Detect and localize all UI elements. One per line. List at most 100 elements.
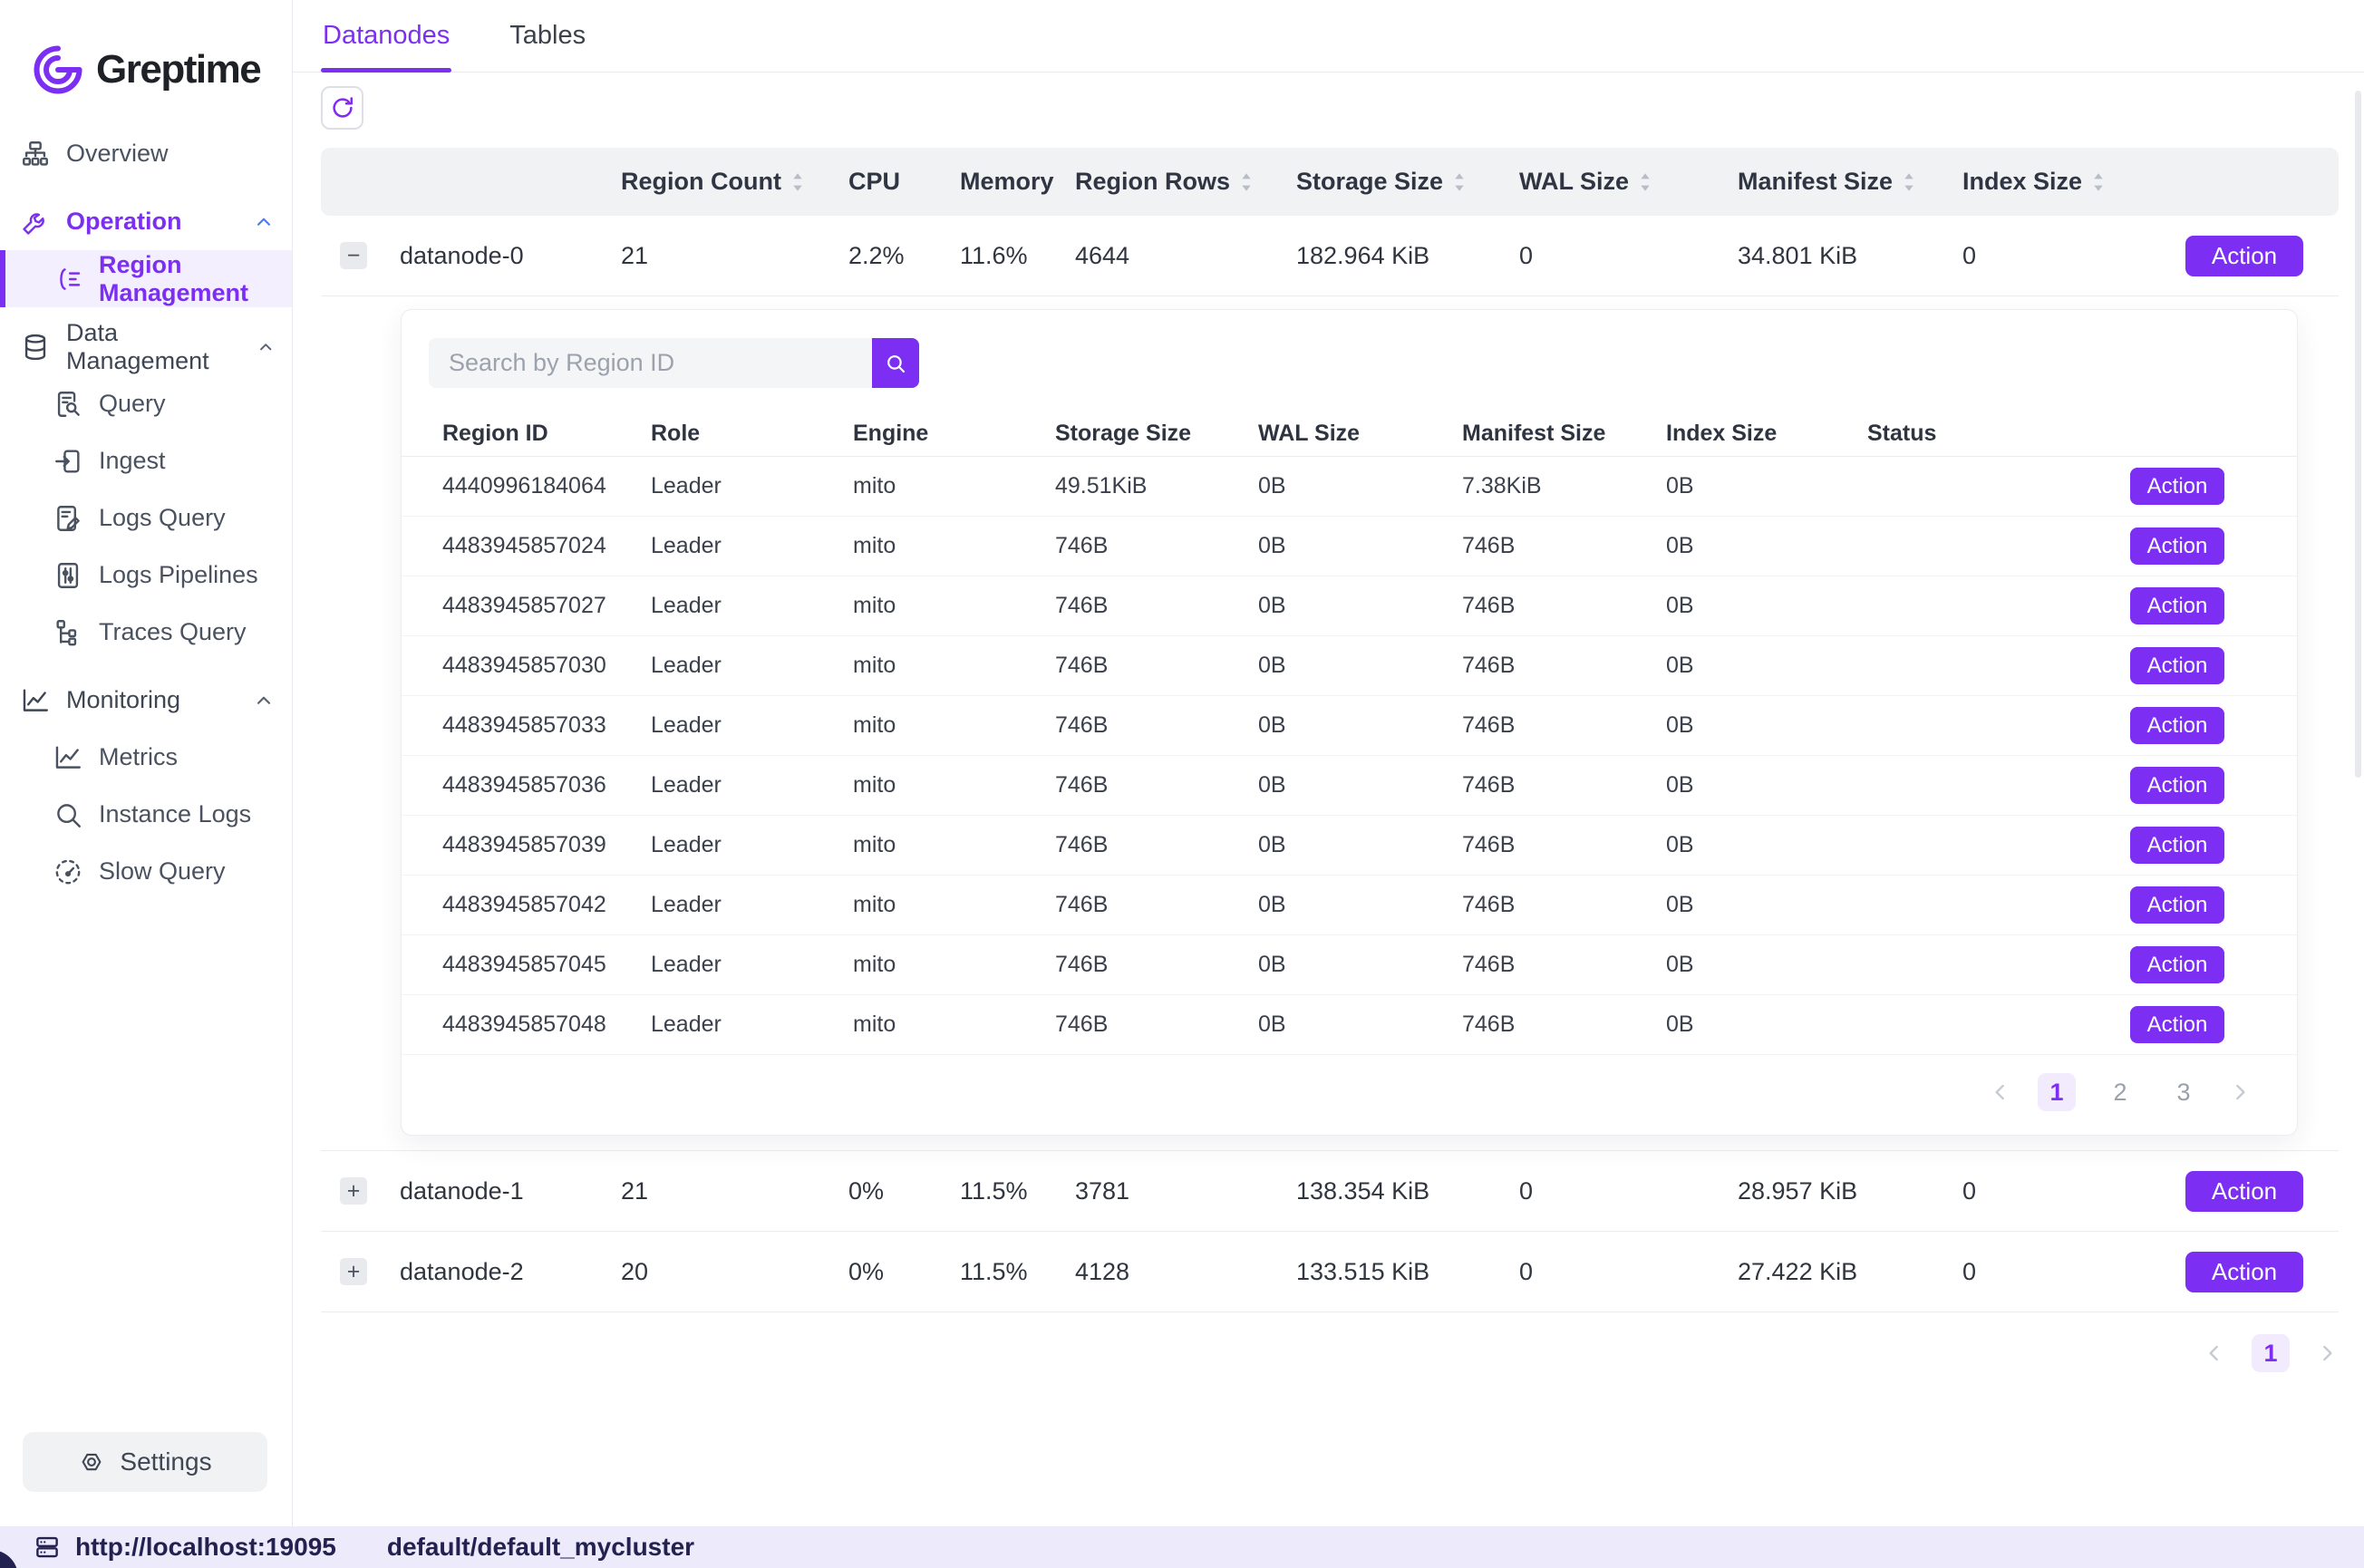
index-size-value: 0B bbox=[1666, 772, 1867, 799]
sidebar-item-traces-query[interactable]: Traces Query bbox=[0, 604, 292, 661]
sidebar-item-operation[interactable]: Operation bbox=[0, 193, 292, 250]
region-id-value: 4483945857042 bbox=[442, 892, 651, 918]
refresh-button[interactable] bbox=[321, 86, 363, 130]
memory-value: 11.6% bbox=[960, 242, 1075, 270]
chevron-up-icon bbox=[252, 689, 276, 712]
cpu-value: 0% bbox=[848, 1177, 960, 1205]
region-row: 4483945857027Leadermito746B0B746B0BActio… bbox=[402, 576, 2297, 636]
pagination-next-button[interactable] bbox=[2228, 1080, 2252, 1104]
manifest-size-value: 28.957 KiB bbox=[1738, 1177, 1962, 1205]
pagination-prev-button[interactable] bbox=[1989, 1080, 2012, 1104]
wal-size-value: 0B bbox=[1258, 772, 1462, 799]
region-action-button[interactable]: Action bbox=[2130, 468, 2224, 505]
engine-value: mito bbox=[853, 1011, 1055, 1038]
sidebar-item-overview[interactable]: Overview bbox=[0, 125, 292, 182]
pagination-page-1[interactable]: 1 bbox=[2038, 1073, 2076, 1111]
region-action-button[interactable]: Action bbox=[2130, 707, 2224, 744]
column-header-storage-size[interactable]: Storage Size bbox=[1296, 168, 1519, 196]
region-row: 4483945857039Leadermito746B0B746B0BActio… bbox=[402, 816, 2297, 876]
datanodes-table: Region CountCPUMemoryRegion RowsStorage … bbox=[321, 148, 2339, 1312]
pagination-page-1[interactable]: 1 bbox=[2252, 1334, 2290, 1372]
manifest-size-value: 746B bbox=[1462, 533, 1666, 559]
pagination-page-3[interactable]: 3 bbox=[2165, 1073, 2203, 1111]
greptime-spiral-icon bbox=[31, 43, 85, 97]
action-button[interactable]: Action bbox=[2185, 1252, 2303, 1292]
index-size-value: 0B bbox=[1666, 653, 1867, 679]
column-header-region-count[interactable]: Region Count bbox=[621, 168, 848, 196]
datanode-name: datanode-1 bbox=[381, 1177, 621, 1205]
manifest-size-value: 27.422 KiB bbox=[1738, 1258, 1962, 1286]
sidebar-item-monitoring[interactable]: Monitoring bbox=[0, 672, 292, 729]
manifest-size-value: 746B bbox=[1462, 653, 1666, 679]
role-value: Leader bbox=[651, 832, 853, 858]
sidebar-item-data-management[interactable]: Data Management bbox=[0, 318, 292, 375]
wal-size-value: 0B bbox=[1258, 653, 1462, 679]
sidebar-item-label: Logs Query bbox=[99, 504, 226, 532]
brand-name: Greptime bbox=[96, 47, 260, 92]
region-search-button[interactable] bbox=[872, 338, 919, 388]
datanodes-table-header: Region CountCPUMemoryRegion RowsStorage … bbox=[321, 148, 2339, 216]
engine-value: mito bbox=[853, 832, 1055, 858]
pagination-next-button[interactable] bbox=[2315, 1341, 2339, 1365]
region-search bbox=[429, 338, 919, 388]
column-header-manifest-size[interactable]: Manifest Size bbox=[1738, 168, 1962, 196]
index-size-value: 0 bbox=[1962, 1258, 2185, 1286]
column-header-index-size[interactable]: Index Size bbox=[1962, 168, 2185, 196]
sidebar-item-region-management[interactable]: Region Management bbox=[0, 250, 292, 307]
index-size-value: 0B bbox=[1666, 832, 1867, 858]
sort-arrows-icon bbox=[790, 170, 805, 194]
sidebar-item-ingest[interactable]: Ingest bbox=[0, 432, 292, 489]
role-value: Leader bbox=[651, 772, 853, 799]
index-size-value: 0B bbox=[1666, 593, 1867, 619]
action-button[interactable]: Action bbox=[2185, 1171, 2303, 1212]
column-header-wal-size[interactable]: WAL Size bbox=[1519, 168, 1738, 196]
sidebar-item-logs-query[interactable]: Logs Query bbox=[0, 489, 292, 547]
tab-datanodes[interactable]: Datanodes bbox=[321, 0, 451, 72]
sidebar-item-query[interactable]: Query bbox=[0, 375, 292, 432]
chevron-up-icon bbox=[256, 335, 276, 359]
storage-size-value: 746B bbox=[1055, 832, 1258, 858]
manifest-size-value: 746B bbox=[1462, 1011, 1666, 1038]
pagination-page-2[interactable]: 2 bbox=[2101, 1073, 2139, 1111]
pagination-prev-button[interactable] bbox=[2203, 1341, 2226, 1365]
storage-size-value: 133.515 KiB bbox=[1296, 1258, 1519, 1286]
collapse-button[interactable]: − bbox=[340, 242, 367, 269]
column-header-memory: Memory bbox=[960, 168, 1075, 196]
sidebar-item-logs-pipelines[interactable]: Logs Pipelines bbox=[0, 547, 292, 604]
sidebar-item-label: Query bbox=[99, 390, 166, 418]
chart-line-icon bbox=[53, 742, 83, 773]
region-action-button[interactable]: Action bbox=[2130, 767, 2224, 804]
region-column-header-index-size: Index Size bbox=[1666, 421, 1867, 447]
action-button[interactable]: Action bbox=[2185, 236, 2303, 276]
column-header-region-rows[interactable]: Region Rows bbox=[1075, 168, 1296, 196]
region-action-button[interactable]: Action bbox=[2130, 827, 2224, 864]
index-size-value: 0B bbox=[1666, 533, 1867, 559]
region-action-button[interactable]: Action bbox=[2130, 587, 2224, 624]
sidebar-item-instance-logs[interactable]: Instance Logs bbox=[0, 786, 292, 843]
region-action-button[interactable]: Action bbox=[2130, 528, 2224, 565]
region-action-button[interactable]: Action bbox=[2130, 647, 2224, 684]
scrollbar-thumb[interactable] bbox=[2355, 91, 2361, 778]
greptime-logo: Greptime bbox=[0, 0, 292, 120]
sidebar-nav: Overview OperationRegion Management Data M… bbox=[0, 120, 292, 1432]
region-action-button[interactable]: Action bbox=[2130, 886, 2224, 924]
region-action-button[interactable]: Action bbox=[2130, 946, 2224, 983]
sidebar-item-metrics[interactable]: Metrics bbox=[0, 729, 292, 786]
datanode-name: datanode-0 bbox=[381, 242, 621, 270]
wal-size-value: 0B bbox=[1258, 473, 1462, 499]
datanode-row: +datanode-1210%11.5%3781138.354 KiB028.9… bbox=[321, 1151, 2339, 1232]
engine-value: mito bbox=[853, 772, 1055, 799]
tab-tables[interactable]: Tables bbox=[508, 0, 587, 72]
database-icon bbox=[20, 332, 51, 363]
region-action-button[interactable]: Action bbox=[2130, 1006, 2224, 1043]
datanode-name: datanode-2 bbox=[381, 1258, 621, 1286]
sidebar-item-label: Instance Logs bbox=[99, 800, 251, 828]
sidebar-item-label: Traces Query bbox=[99, 618, 247, 646]
server-icon bbox=[34, 1534, 61, 1561]
settings-button[interactable]: Settings bbox=[23, 1432, 267, 1492]
expand-button[interactable]: + bbox=[340, 1177, 367, 1205]
sidebar-item-slow-query[interactable]: Slow Query bbox=[0, 843, 292, 900]
region-search-input[interactable] bbox=[429, 338, 872, 388]
expand-button[interactable]: + bbox=[340, 1258, 367, 1285]
role-value: Leader bbox=[651, 593, 853, 619]
